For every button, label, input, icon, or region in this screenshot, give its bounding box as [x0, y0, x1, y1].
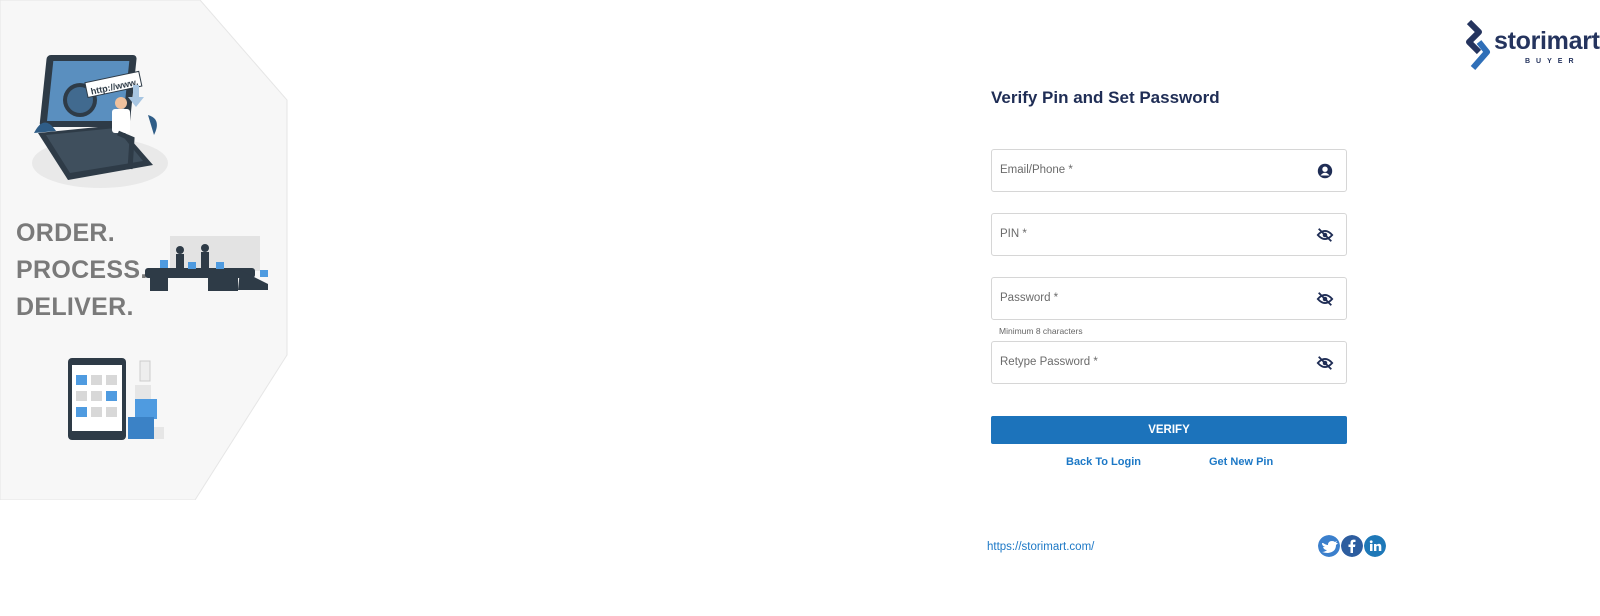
logo-subtitle: BUYER — [1525, 58, 1580, 65]
twitter-icon[interactable] — [1318, 535, 1340, 557]
tagline-order: ORDER. — [16, 219, 116, 247]
left-illustration-panel: http://www. ORDER. PROCESS. DELIVER. — [0, 0, 290, 500]
email-phone-field[interactable]: Email/Phone * — [991, 149, 1347, 192]
retype-password-field[interactable]: Retype Password * — [991, 341, 1347, 384]
password-field[interactable]: Password * — [991, 277, 1347, 320]
pin-visibility-eye-slash-icon[interactable] — [1316, 226, 1334, 244]
facebook-icon[interactable] — [1341, 535, 1363, 557]
pin-field[interactable]: PIN * — [991, 213, 1347, 256]
tagline: ORDER. PROCESS. DELIVER. — [16, 215, 148, 326]
email-phone-placeholder: Email/Phone * — [1000, 164, 1073, 176]
tagline-process: PROCESS. — [16, 256, 148, 284]
factory-illustration — [145, 236, 268, 291]
retype-password-placeholder: Retype Password * — [1000, 356, 1098, 368]
retype-password-visibility-eye-slash-icon[interactable] — [1316, 354, 1334, 372]
laptop-illustration: http://www. — [32, 55, 168, 188]
tablet-illustration — [68, 358, 164, 440]
linkedin-icon[interactable] — [1364, 535, 1386, 557]
password-visibility-eye-slash-icon[interactable] — [1316, 290, 1334, 308]
storimart-logo[interactable]: storimart BUYER — [1465, 20, 1600, 72]
password-hint: Minimum 8 characters — [999, 326, 1083, 336]
user-circle-icon — [1317, 163, 1333, 179]
website-link[interactable]: https://storimart.com/ — [987, 541, 1094, 553]
pin-placeholder: PIN * — [1000, 228, 1027, 240]
verify-button[interactable]: VERIFY — [991, 416, 1347, 444]
back-to-login-link[interactable]: Back To Login — [1066, 456, 1141, 468]
page-title: Verify Pin and Set Password — [991, 88, 1220, 107]
password-placeholder: Password * — [1000, 292, 1059, 304]
get-new-pin-link[interactable]: Get New Pin — [1209, 456, 1273, 468]
logo-text: storimart — [1494, 27, 1600, 55]
logo-mark-icon — [1466, 20, 1490, 70]
tagline-deliver: DELIVER. — [16, 293, 134, 321]
